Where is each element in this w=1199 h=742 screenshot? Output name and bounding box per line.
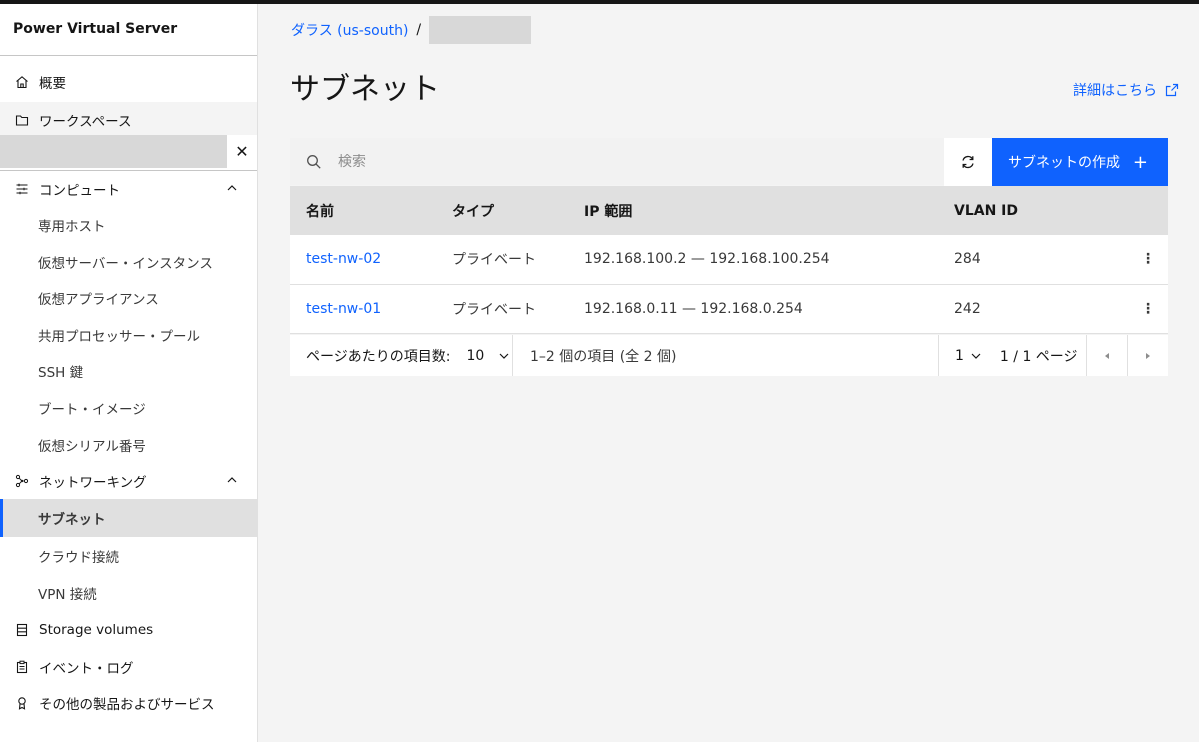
sidebar-item-cloud-connections[interactable]: クラウド接続 [0,538,257,574]
sidebar-title: Power Virtual Server [0,4,257,56]
page-size-select[interactable]: 10 [466,348,510,364]
subnet-vlan-id: 242 [938,284,1128,334]
refresh-button[interactable] [944,138,992,186]
sidebar-group-compute[interactable]: コンピュート [0,171,257,207]
sidebar-item-overview[interactable]: 概要 [0,64,257,100]
sidebar-item-vpn-connections[interactable]: VPN 接続 [0,575,257,611]
sidebar-item-label: 仮想シリアル番号 [38,439,146,455]
sidebar-item-event-log[interactable]: イベント・ログ [0,649,257,685]
column-header-name[interactable]: 名前 [290,186,436,235]
sidebar-item-label: クラウド接続 [38,550,119,566]
next-page-button[interactable] [1127,335,1168,376]
sidebar-item-label: サブネット [38,512,106,528]
sidebar-item-workspaces[interactable]: ワークスペース [0,102,257,138]
sidebar-group-label: ネットワーキング [39,475,147,491]
subnet-name-link[interactable]: test-nw-02 [306,251,381,267]
sidebar-item-dedicated-hosts[interactable]: 専用ホスト [0,207,257,243]
sidebar-item-shared-processor-pools[interactable]: 共用プロセッサー・プール [0,317,257,353]
column-header-actions [1128,186,1168,235]
caret-left-icon [1105,352,1109,359]
sidebar-item-virtual-serial-numbers[interactable]: 仮想シリアル番号 [0,427,257,463]
folder-icon [14,112,30,128]
caret-right-icon [1146,352,1150,359]
badge-icon [14,695,30,711]
chevron-up-icon [227,185,237,191]
sidebar-item-label: 仮想アプライアンス [38,292,159,308]
overflow-menu-icon[interactable]: ⋮ [1128,235,1168,285]
overflow-menu-icon[interactable]: ⋮ [1128,284,1168,334]
table-header-row: 名前 タイプ IP 範囲 VLAN ID [290,186,1168,235]
sidebar: Power Virtual Server 概要 ワークスペース ✕ コンピュート… [0,4,258,742]
chevron-down-icon [971,353,981,359]
network-icon [14,473,30,489]
column-header-ip-range[interactable]: IP 範囲 [568,186,938,235]
previous-page-button[interactable] [1086,335,1127,376]
search-icon [307,154,321,169]
create-subnet-button[interactable]: サブネットの作成 + [992,138,1168,186]
breadcrumb-location-link[interactable]: ダラス (us-south) [291,20,408,40]
item-range-text: 1–2 個の項目 (全 2 個) [530,348,677,365]
items-per-page-label: ページあたりの項目数: [306,348,451,365]
sidebar-item-storage-volumes[interactable]: Storage volumes [0,612,257,648]
sidebar-group-networking[interactable]: ネットワーキング [0,463,257,499]
subnet-type: プライベート [436,284,568,334]
sidebar-item-boot-images[interactable]: ブート・イメージ [0,390,257,426]
sidebar-item-label: イベント・ログ [39,661,134,677]
page-of-text: 1 / 1 ページ [999,348,1078,365]
table-row: test-nw-02 プライベート 192.168.100.2 — 192.16… [290,235,1168,285]
sidebar-item-virtual-server-instances[interactable]: 仮想サーバー・インスタンス [0,244,257,280]
table-row: test-nw-01 プライベート 192.168.0.11 — 192.168… [290,284,1168,334]
subnet-name-link[interactable]: test-nw-01 [306,301,381,317]
chevron-up-icon [227,477,237,483]
create-subnet-label: サブネットの作成 [1008,155,1120,171]
breadcrumb: ダラス (us-south) / [291,16,532,44]
sidebar-item-label: 専用ホスト [38,219,106,235]
current-page-value: 1 [955,347,964,364]
breadcrumb-workspace-redacted[interactable] [429,16,532,44]
sidebar-item-label: その他の製品およびサービス [39,697,215,713]
subnet-ip-range: 192.168.0.11 — 192.168.0.254 [568,284,938,334]
sidebar-item-subnets[interactable]: サブネット [0,499,257,537]
sidebar-item-label: ワークスペース [39,114,132,130]
sidebar-item-label: Storage volumes [39,622,154,638]
page-title: サブネット [290,72,440,107]
column-header-vlan-id[interactable]: VLAN ID [938,186,1128,235]
pagination: ページあたりの項目数: 10 1–2 個の項目 (全 2 個) 1 1 / 1 … [290,335,1168,376]
sidebar-item-other-products[interactable]: その他の製品およびサービス [0,685,257,721]
subnet-ip-range: 192.168.100.2 — 192.168.100.254 [568,235,938,285]
plus-icon: + [1132,151,1148,173]
clipboard-icon [14,659,30,675]
items-per-page: ページあたりの項目数: 10 [290,335,513,376]
workspace-selector-redacted[interactable] [0,135,227,168]
page-select[interactable]: 1 1 / 1 ページ [938,335,1086,376]
breadcrumb-separator: / [416,22,422,38]
sidebar-item-virtual-appliances[interactable]: 仮想アプライアンス [0,280,257,316]
sidebar-item-ssh-keys[interactable]: SSH 鍵 [0,353,257,389]
subnet-type: プライベート [436,235,568,285]
page-size-value: 10 [466,347,485,364]
chevron-down-icon [499,353,509,359]
storage-icon [14,622,30,638]
sidebar-item-label: ブート・イメージ [38,402,146,418]
search-box[interactable] [290,138,944,186]
sidebar-item-label: 共用プロセッサー・プール [38,329,200,345]
refresh-icon [962,155,974,169]
learn-more-label: 詳細はこちら [1073,83,1157,99]
subnet-vlan-id: 284 [938,235,1128,285]
learn-more-link[interactable]: 詳細はこちら [1073,80,1179,100]
search-input[interactable] [338,153,838,170]
home-icon [14,74,30,90]
page-controls: 1 1 / 1 ページ [938,335,1168,376]
sidebar-item-label: VPN 接続 [38,587,97,603]
sidebar-group-label: コンピュート [39,183,120,199]
sidebar-item-label: 仮想サーバー・インスタンス [38,256,213,272]
column-header-type[interactable]: タイプ [436,186,568,235]
table-toolbar: サブネットの作成 + [290,138,1168,186]
subnets-table: 名前 タイプ IP 範囲 VLAN ID test-nw-02 プライベート 1… [290,186,1168,334]
close-icon[interactable]: ✕ [227,135,257,168]
sidebar-item-label: SSH 鍵 [38,365,84,381]
external-link-icon [1165,83,1179,97]
sidebar-item-label: 概要 [39,76,66,92]
compute-icon [14,181,30,197]
